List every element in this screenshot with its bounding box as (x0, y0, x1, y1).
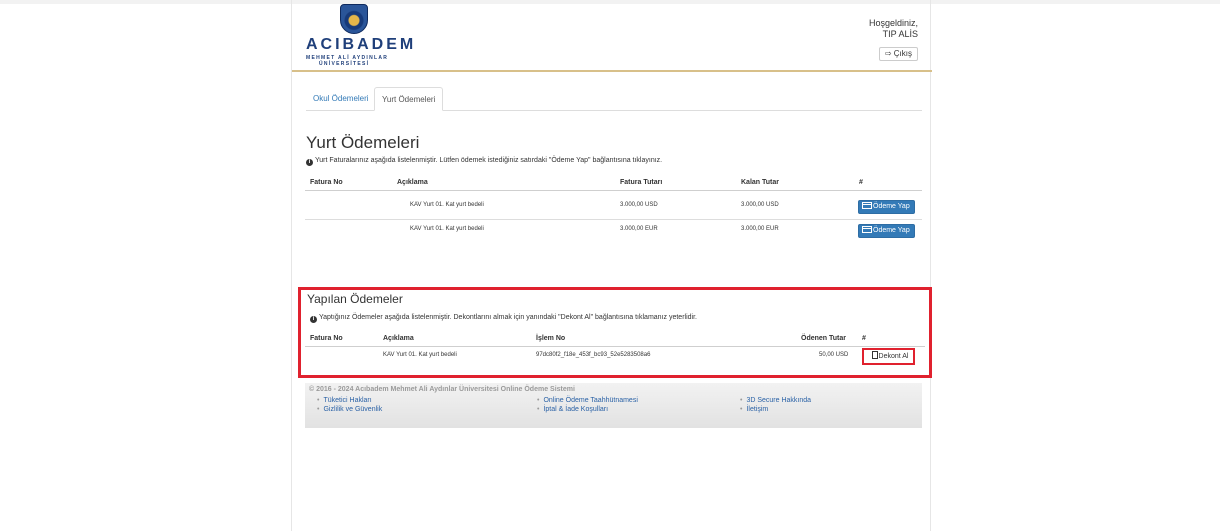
yurt-info-text: Yurt Faturalarınız aşağıda listelenmişti… (315, 157, 663, 164)
paid-section-title: Yapılan Ödemeler (307, 292, 403, 306)
row-aciklama: KAV Yurt 01. Kat yurt bedeli (410, 202, 484, 208)
tab-okul-odemeleri[interactable]: Okul Ödemeleri (306, 87, 376, 111)
logout-label: Çıkış (893, 49, 912, 58)
brand-sub-line-2: ÜNİVERSİTESİ (319, 61, 370, 67)
logout-icon: ⇨ (884, 49, 892, 58)
row-kalan-tutar: 3.000,00 EUR (741, 226, 779, 232)
row-fatura-tutari: 3.000,00 USD (620, 202, 658, 208)
col-odenen-tutar: Ödenen Tutar (801, 335, 846, 342)
yurt-info: i Yurt Faturalarınız aşağıda listelenmişt… (306, 157, 662, 166)
pdf-document-icon (871, 351, 878, 359)
info-icon: i (310, 316, 317, 323)
row-odenen-tutar: 50,00 USD (819, 352, 849, 358)
odeme-yap-button[interactable]: Ödeme Yap (858, 224, 915, 238)
row-divider (305, 219, 922, 220)
col-aciklama: Açıklama (383, 335, 414, 342)
credit-card-icon (862, 202, 872, 209)
col-islem-no: İşlem No (536, 335, 566, 342)
col-fatura-tutari: Fatura Tutarı (620, 179, 663, 186)
yurt-section-title: Yurt Ödemeleri (306, 133, 420, 152)
row-kalan-tutar: 3.000,00 USD (741, 202, 779, 208)
shield-emblem-icon (340, 4, 368, 34)
row-islem-no: 97dc80f2_f18e_453f_bc93_52e5283508a6 (536, 352, 651, 358)
footer-link-online-odeme-taahhutnamesi[interactable]: Online Ödeme Taahhütnamesi (537, 397, 637, 404)
footer-link-iletisim[interactable]: İletişim (740, 406, 768, 413)
col-action: # (859, 179, 863, 186)
header-divider (305, 190, 922, 191)
odeme-yap-label: Ödeme Yap (873, 227, 910, 234)
col-action: # (862, 335, 866, 342)
brand-subtitle: MEHMET ALİ AYDINLAR ÜNİVERSİTESİ (306, 55, 406, 67)
footer-link-tuketici-haklari[interactable]: Tüketici Hakları (317, 397, 371, 404)
user-name: TIP ALİS (882, 29, 918, 39)
col-kalan-tutar: Kalan Tutar (741, 179, 779, 186)
odeme-yap-label: Ödeme Yap (873, 203, 910, 210)
col-aciklama: Açıklama (397, 179, 428, 186)
dekont-al-label: Dekont Al (878, 353, 909, 360)
footer-link-3d-secure[interactable]: 3D Secure Hakkında (740, 397, 811, 404)
paid-info-text: Yaptığınız Ödemeler aşağıda listelenmişt… (319, 314, 697, 321)
copyright-text: © 2016 - 2024 Acıbadem Mehmet Ali Aydınl… (309, 386, 575, 393)
info-icon: i (306, 159, 313, 166)
row-aciklama: KAV Yurt 01. Kat yurt bedeli (383, 352, 457, 358)
paid-info: i Yaptığınız Ödemeler aşağıda listelenmiş… (310, 314, 697, 323)
credit-card-icon (862, 226, 872, 233)
welcome-line: Hoşgeldiniz, (868, 18, 918, 28)
university-logo[interactable]: ACIBADEM MEHMET ALİ AYDINLAR ÜNİVERSİTES… (306, 4, 416, 70)
footer-link-iptal-iade[interactable]: İptal & İade Koşulları (537, 406, 608, 413)
row-fatura-tutari: 3.000,00 EUR (620, 226, 658, 232)
logout-button[interactable]: ⇨ Çıkış (878, 47, 918, 61)
welcome-text: Hoşgeldiniz, TIP ALİS (869, 18, 918, 40)
footer-link-gizlilik-guvenlik[interactable]: Gizlilik ve Güvenlik (317, 406, 382, 413)
page-container: ACIBADEM MEHMET ALİ AYDINLAR ÜNİVERSİTES… (291, 0, 932, 531)
brand-name: ACIBADEM (306, 36, 417, 53)
col-fatura-no: Fatura No (310, 335, 343, 342)
tab-yurt-odemeleri[interactable]: Yurt Ödemeleri (374, 87, 444, 111)
tab-bar: Okul Ödemeleri Yurt Ödemeleri (306, 87, 922, 111)
odeme-yap-button[interactable]: Ödeme Yap (858, 200, 915, 214)
row-aciklama: KAV Yurt 01. Kat yurt bedeli (410, 226, 484, 232)
footer: © 2016 - 2024 Acıbadem Mehmet Ali Aydınl… (305, 383, 922, 428)
header: ACIBADEM MEHMET ALİ AYDINLAR ÜNİVERSİTES… (292, 0, 932, 72)
dekont-al-button[interactable]: Dekont Al (862, 348, 915, 365)
col-fatura-no: Fatura No (310, 179, 343, 186)
header-divider (305, 346, 925, 347)
